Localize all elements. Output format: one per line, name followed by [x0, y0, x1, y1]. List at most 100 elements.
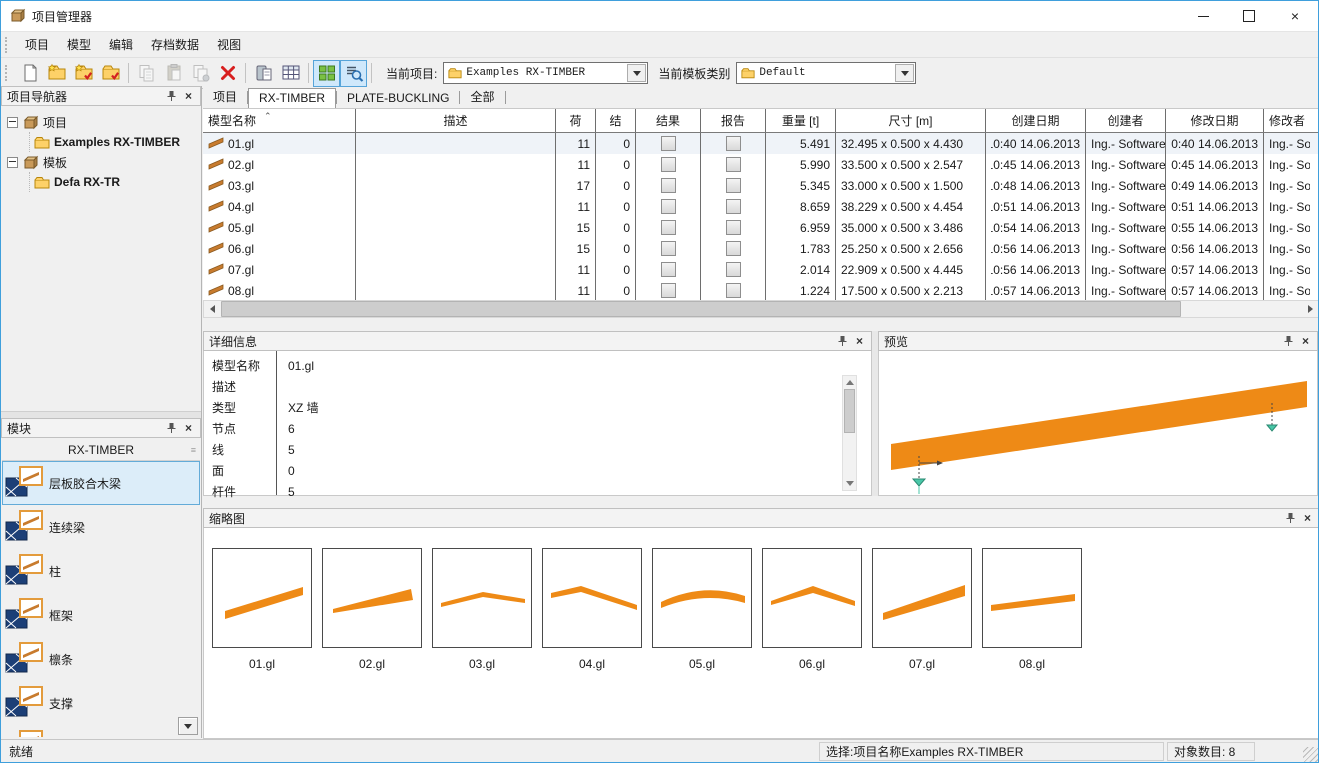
results-checkbox[interactable] [661, 157, 676, 172]
menu-item-4[interactable]: 存档数据 [142, 35, 208, 55]
module-item-2[interactable]: 连续梁 [2, 505, 200, 549]
thumbnail-item[interactable]: 04.gl [542, 548, 642, 671]
column-header-loads[interactable]: 荷 [556, 109, 596, 132]
column-header-report[interactable]: 报告 [701, 109, 766, 132]
thumbnail-image[interactable] [762, 548, 862, 648]
tree-node-child[interactable]: Examples RX-TIMBER [34, 132, 201, 152]
column-header-weight[interactable]: 重量 [t] [766, 109, 836, 132]
module-item-4[interactable]: 框架 [2, 593, 200, 637]
report-checkbox[interactable] [726, 262, 741, 277]
preview-viewport[interactable] [878, 351, 1318, 496]
modules-scroll-down-button[interactable] [178, 717, 198, 735]
tree-node-child[interactable]: Defa RX-TR [34, 172, 201, 192]
thumbnails-toggle-button[interactable] [313, 60, 340, 87]
pin-icon[interactable] [1280, 334, 1297, 349]
scrollbar-thumb[interactable] [221, 301, 1181, 317]
paste-button[interactable] [160, 60, 187, 87]
table-row[interactable]: 04.gl1108.65938.229 x 0.500 x 4.45414.06… [203, 196, 1319, 217]
column-header-creator[interactable]: 创建者 [1086, 109, 1166, 132]
thumbnail-item[interactable]: 08.gl [982, 548, 1082, 671]
table-view-button[interactable] [277, 60, 304, 87]
tree-expander-icon[interactable] [7, 157, 18, 168]
column-header-desc[interactable]: 描述 [356, 109, 556, 132]
tab-3[interactable]: PLATE-BUCKLING [337, 89, 459, 108]
details-field-value[interactable]: 6 [278, 422, 295, 436]
table-row[interactable]: 05.gl1506.95935.000 x 0.500 x 3.48614.06… [203, 217, 1319, 238]
import-model-button[interactable] [250, 60, 277, 87]
close-icon[interactable]: × [1299, 511, 1316, 526]
module-item-6[interactable]: 支撑 [2, 681, 200, 725]
delete-button[interactable] [214, 60, 241, 87]
report-checkbox[interactable] [726, 199, 741, 214]
menu-item-5[interactable]: 视图 [208, 35, 250, 55]
module-item-5[interactable]: 檩条 [2, 637, 200, 681]
modules-group-bar[interactable]: RX-TIMBER ≡ [2, 439, 200, 461]
thumbnail-image[interactable] [322, 548, 422, 648]
table-row[interactable]: 01.gl1105.49132.495 x 0.500 x 4.43014.06… [203, 133, 1319, 154]
results-checkbox[interactable] [661, 220, 676, 235]
minimize-button[interactable] [1180, 1, 1226, 31]
column-header-str[interactable]: 结 [596, 109, 636, 132]
dropdown-arrow-icon[interactable] [895, 64, 914, 82]
pin-icon[interactable] [163, 89, 180, 104]
scroll-left-icon[interactable] [204, 301, 221, 317]
column-header-dims[interactable]: 尺寸 [m] [836, 109, 986, 132]
thumbnail-item[interactable]: 02.gl [322, 548, 422, 671]
resize-grip[interactable] [1303, 747, 1318, 762]
details-toggle-button[interactable] [340, 60, 367, 87]
module-item-1[interactable]: 层板胶合木梁 [2, 461, 200, 505]
details-field-value[interactable]: 5 [278, 443, 295, 457]
module-item-7[interactable]: 屋面 [2, 725, 200, 737]
close-icon[interactable]: × [851, 334, 868, 349]
new-model-button[interactable] [16, 60, 43, 87]
menu-item-1[interactable]: 项目 [16, 35, 58, 55]
results-checkbox[interactable] [661, 136, 676, 151]
new-project-folder-button[interactable] [43, 60, 70, 87]
close-button[interactable]: × [1272, 1, 1318, 31]
report-checkbox[interactable] [726, 136, 741, 151]
scroll-down-icon[interactable] [843, 477, 856, 490]
scroll-right-icon[interactable] [1302, 301, 1319, 317]
results-checkbox[interactable] [661, 283, 676, 298]
details-field-value[interactable]: XZ 墙 [278, 399, 319, 416]
thumbnail-image[interactable] [542, 548, 642, 648]
dropdown-arrow-icon[interactable] [627, 64, 646, 82]
table-row[interactable]: 06.gl1501.78325.250 x 0.500 x 2.65614.06… [203, 238, 1319, 259]
thumbnail-image[interactable] [872, 548, 972, 648]
report-checkbox[interactable] [726, 283, 741, 298]
maximize-button[interactable] [1226, 1, 1272, 31]
thumbnail-item[interactable]: 06.gl [762, 548, 862, 671]
tab-1[interactable]: 项目 [203, 86, 247, 108]
pin-icon[interactable] [1282, 511, 1299, 526]
tree-node-root[interactable]: 项目 [7, 112, 201, 132]
table-row[interactable]: 02.gl1105.99033.500 x 0.500 x 2.54714.06… [203, 154, 1319, 175]
tree-expander-icon[interactable] [7, 117, 18, 128]
table-horizontal-scrollbar[interactable] [203, 300, 1319, 318]
check-project-folder-button[interactable] [97, 60, 124, 87]
results-checkbox[interactable] [661, 199, 676, 214]
report-checkbox[interactable] [726, 157, 741, 172]
copy-button[interactable] [133, 60, 160, 87]
details-field-value[interactable]: 0 [278, 464, 295, 478]
details-field-value[interactable]: 5 [278, 485, 295, 499]
tree-node-root[interactable]: 模板 [7, 152, 201, 172]
column-header-created[interactable]: 创建日期 [986, 109, 1086, 132]
thumbnail-image[interactable] [212, 548, 312, 648]
table-row[interactable]: 08.gl1101.22417.500 x 0.500 x 2.21314.06… [203, 280, 1319, 301]
thumbnail-item[interactable]: 01.gl [212, 548, 312, 671]
table-row[interactable]: 07.gl1102.01422.909 x 0.500 x 4.44514.06… [203, 259, 1319, 280]
details-field-value[interactable]: 01.gl [278, 359, 314, 373]
thumbnail-image[interactable] [432, 548, 532, 648]
thumbnail-item[interactable]: 07.gl [872, 548, 972, 671]
template-category-dropdown[interactable]: Default [736, 62, 916, 84]
column-header-name[interactable]: 模型名称⌃ [203, 109, 356, 132]
pin-icon[interactable] [163, 421, 180, 436]
thumbnail-item[interactable]: 05.gl [652, 548, 752, 671]
tab-2[interactable]: RX-TIMBER [248, 88, 336, 108]
module-item-3[interactable]: 柱 [2, 549, 200, 593]
close-icon[interactable]: × [180, 421, 197, 436]
thumbnail-image[interactable] [982, 548, 1082, 648]
report-checkbox[interactable] [726, 241, 741, 256]
column-header-modifier[interactable]: 修改者 [1264, 109, 1310, 132]
report-checkbox[interactable] [726, 178, 741, 193]
